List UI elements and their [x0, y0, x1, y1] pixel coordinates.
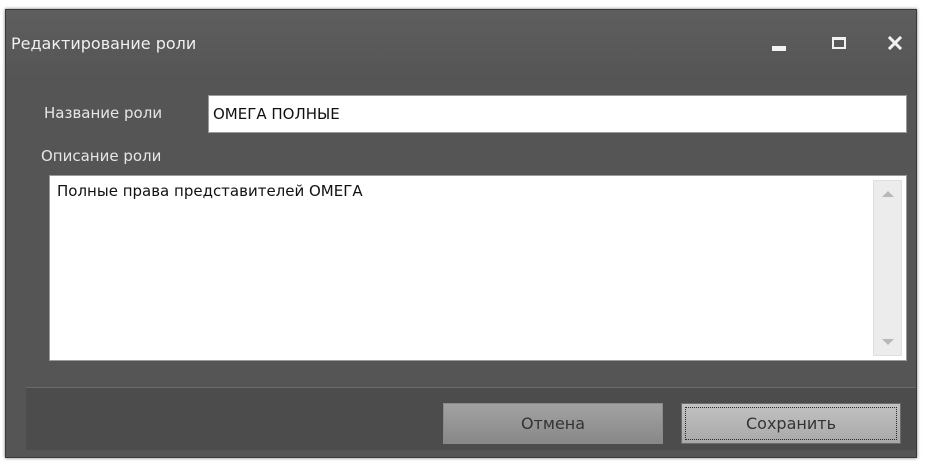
minimize-icon [772, 45, 786, 51]
cancel-button[interactable]: Отмена [443, 403, 663, 444]
save-button[interactable]: Сохранить [681, 403, 901, 444]
close-button[interactable] [877, 28, 913, 58]
close-icon [888, 36, 902, 50]
role-description-label: Описание роли [41, 147, 162, 165]
scroll-up-icon[interactable] [882, 191, 894, 197]
role-description-input[interactable]: Полные права представителей ОМЕГА [50, 176, 870, 360]
description-scrollbar[interactable] [873, 180, 902, 356]
scroll-down-icon[interactable] [882, 339, 894, 345]
button-bar: Отмена Сохранить [26, 387, 916, 450]
window-title: Редактирование роли [11, 34, 197, 53]
maximize-button[interactable] [821, 28, 857, 58]
maximize-icon [832, 37, 846, 49]
edit-role-dialog: Редактирование роли Название роли Описан… [5, 9, 917, 458]
minimize-button[interactable] [761, 28, 797, 58]
role-name-label: Название роли [44, 104, 163, 122]
title-bar[interactable]: Редактирование роли [6, 10, 916, 78]
role-name-input[interactable] [208, 95, 907, 133]
role-description-box: Полные права представителей ОМЕГА [49, 175, 907, 361]
